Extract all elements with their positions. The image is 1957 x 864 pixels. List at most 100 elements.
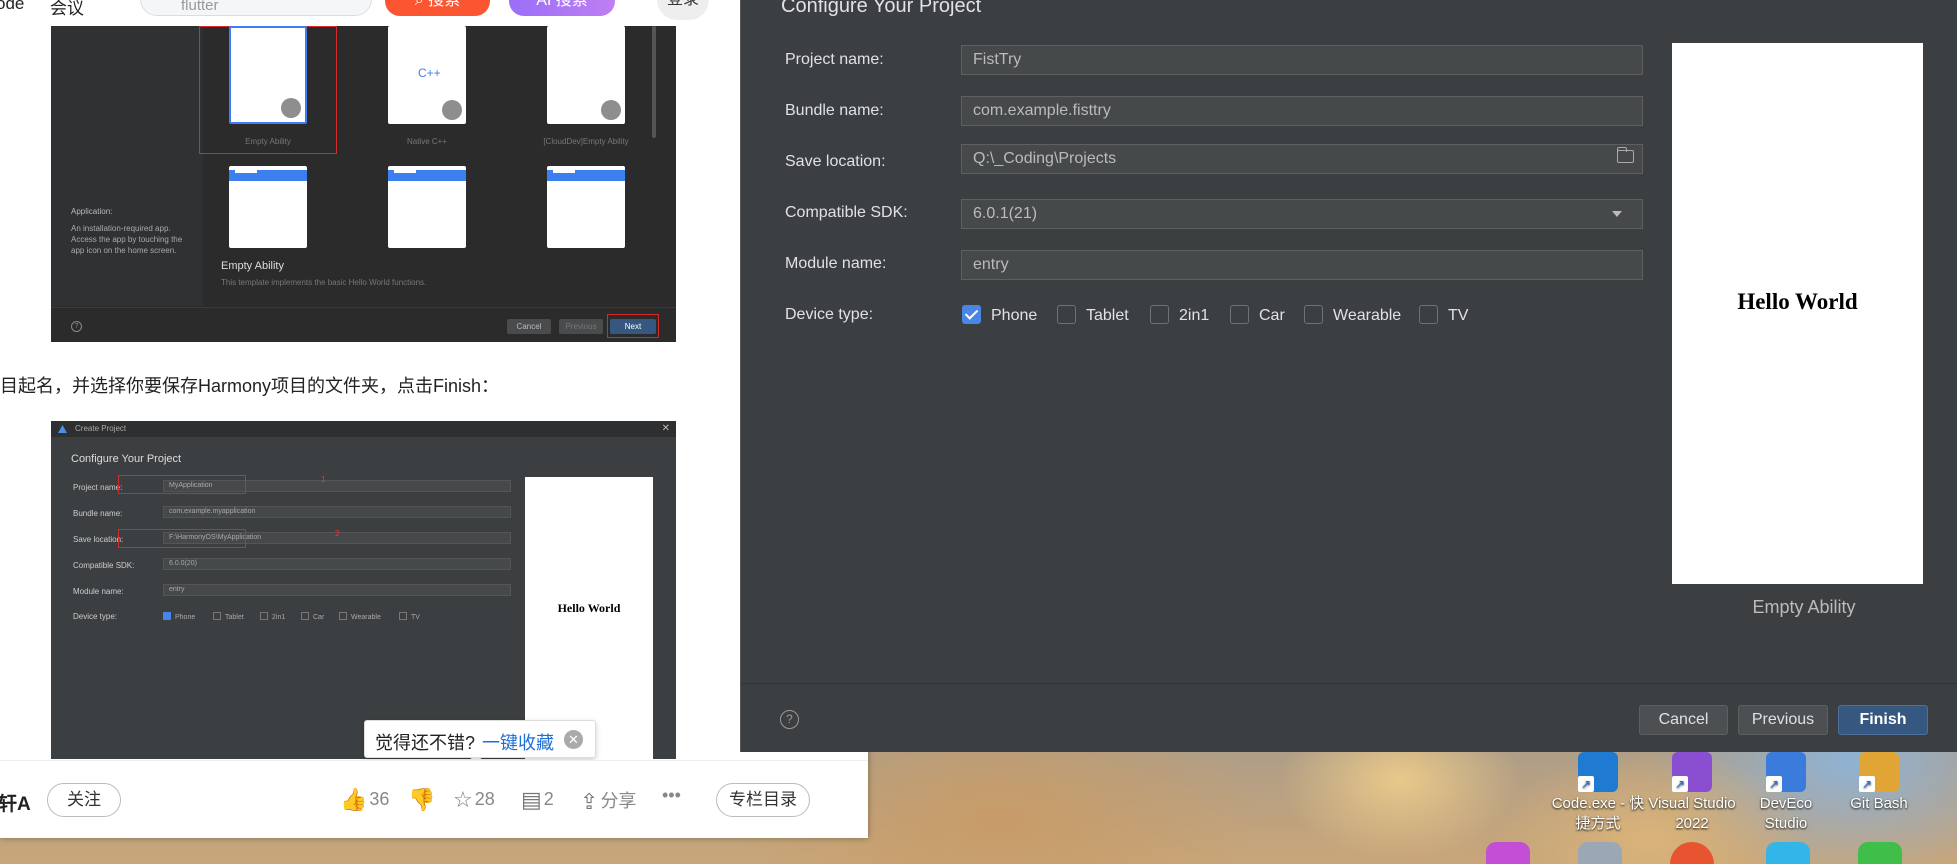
bundle-name-label: Bundle name: xyxy=(785,102,884,119)
field-label: Save location: xyxy=(73,535,124,544)
bundle-name-value: com.example.fisttry xyxy=(973,102,1111,119)
save-location-input[interactable]: Q:\_Coding\Projects xyxy=(961,144,1643,174)
one-click-favorite-link[interactable]: 一键收藏 xyxy=(482,729,554,755)
desktop-app-icon[interactable] xyxy=(1486,842,1530,864)
share-label: 分享 xyxy=(600,791,637,811)
git-bash-icon: ↗ xyxy=(1859,752,1899,792)
window-titlebar: Create Project ✕ xyxy=(51,421,676,437)
selected-template-desc: This template implements the basic Hello… xyxy=(221,278,427,287)
template-card xyxy=(229,166,307,248)
project-name-input[interactable]: FistTry xyxy=(961,45,1643,75)
device-checkbox-2in1[interactable]: 2in1 xyxy=(1150,305,1209,325)
nav-item[interactable]: ode xyxy=(0,0,24,14)
device-checkbox-tv[interactable]: TV xyxy=(1419,305,1468,325)
browser-page: ode 会议 flutter ⌕ 搜索 AI 搜索 登录 Application… xyxy=(0,0,868,838)
screen: ↗ Code.exe - 快捷方式 ↗ Visual Studio 2022 ↗… xyxy=(0,0,1957,864)
share-icon: ⇪ xyxy=(580,789,599,814)
template-card xyxy=(547,166,625,248)
cancel-button[interactable]: Cancel xyxy=(1639,705,1728,735)
search-input[interactable]: flutter xyxy=(140,0,372,16)
template-card-empty-ability xyxy=(229,26,307,124)
article-image-configure-project: Create Project ✕ Configure Your Project … xyxy=(51,421,676,759)
desktop-icon-label: Visual Studio 2022 xyxy=(1648,795,1736,832)
close-icon[interactable]: ✕ xyxy=(564,730,583,749)
field-label: Compatible SDK: xyxy=(73,561,135,570)
checkbox xyxy=(1419,305,1438,324)
highlight-box xyxy=(607,314,659,338)
compatible-sdk-select[interactable]: 6.0.1(21) xyxy=(961,199,1643,229)
module-name-label: Module name: xyxy=(785,255,887,272)
thumbs-down-icon: 👎 xyxy=(408,787,436,812)
finish-button[interactable]: Finish xyxy=(1838,705,1928,735)
more-button[interactable]: ••• xyxy=(662,785,681,806)
cpp-icon: C++ xyxy=(418,66,441,80)
compatible-sdk-label: Compatible SDK: xyxy=(785,204,908,221)
device-checkbox-phone[interactable]: Phone xyxy=(962,305,1037,325)
share-button[interactable]: ⇪ 分享 xyxy=(580,787,636,815)
template-card-native: C++ xyxy=(388,26,466,124)
desktop-app-icon[interactable] xyxy=(1766,842,1810,864)
field-value: entry xyxy=(163,584,511,596)
column-directory-button[interactable]: 专栏目录 xyxy=(716,783,810,817)
mini-checkbox: TV xyxy=(399,612,420,621)
ai-search-button[interactable]: AI 搜索 xyxy=(509,0,615,16)
desktop-app-icon[interactable] xyxy=(1578,842,1622,864)
mini-checkbox: Tablet xyxy=(213,612,244,621)
help-icon: ? xyxy=(71,321,82,332)
previous-button[interactable]: Previous xyxy=(1738,705,1828,735)
desktop-icon-git-bash[interactable]: ↗ Git Bash xyxy=(1831,752,1927,814)
star-icon: ☆ xyxy=(453,787,473,812)
dialog-title: Configure Your Project xyxy=(781,0,982,17)
favorite-button[interactable]: ☆ 28 xyxy=(453,787,495,813)
desktop-icon-deveco[interactable]: ↗ DevEco Studio xyxy=(1738,752,1834,834)
login-button[interactable]: 登录 xyxy=(657,0,709,20)
template-card xyxy=(388,166,466,248)
author-name[interactable]: 轩A xyxy=(0,789,31,816)
step-marker: 2 xyxy=(335,529,340,538)
device-label: Wearable xyxy=(1333,307,1402,324)
app-desc-text: An installation-required app. Access the… xyxy=(71,224,183,255)
dialog-footer: ? Cancel Previous Finish xyxy=(741,683,1957,752)
save-location-label: Save location: xyxy=(785,153,886,170)
bundle-name-input[interactable]: com.example.fisttry xyxy=(961,96,1643,126)
mini-checkbox: Wearable xyxy=(339,612,381,621)
field-label: Module name: xyxy=(73,587,124,596)
device-checkbox-tablet[interactable]: Tablet xyxy=(1057,305,1129,325)
desktop-icon-visual-studio[interactable]: ↗ Visual Studio 2022 xyxy=(1644,752,1740,834)
device-checkbox-car[interactable]: Car xyxy=(1230,305,1285,325)
folder-icon[interactable] xyxy=(1616,147,1634,163)
preview-hello-world: Hello World xyxy=(1737,289,1858,314)
template-label: Native C++ xyxy=(406,137,448,146)
preview-text: Hello World xyxy=(557,601,621,615)
device-label: Tablet xyxy=(1086,307,1129,324)
help-icon[interactable]: ? xyxy=(780,710,799,729)
desktop-app-icon[interactable] xyxy=(1858,842,1902,864)
template-label: Empty Ability xyxy=(245,137,291,146)
template-category-pane: Application: An installation-required ap… xyxy=(51,26,203,306)
article-paragraph: 目起名，并选择你要保存Harmony项目的文件夹，点击Finish： xyxy=(0,376,500,396)
template-card-cloud xyxy=(547,26,625,124)
comment-button[interactable]: ▤ 2 xyxy=(521,787,554,813)
follow-button[interactable]: 关注 xyxy=(47,783,121,817)
thumbs-up-icon: 👍 xyxy=(340,787,368,812)
like-button[interactable]: 👍 36 xyxy=(340,787,389,813)
deveco-studio-icon: ↗ xyxy=(1766,752,1806,792)
dislike-button[interactable]: 👎 xyxy=(408,787,437,813)
search-button[interactable]: ⌕ 搜索 xyxy=(385,0,490,16)
shot-footer: ? Cancel Previous Next xyxy=(51,307,676,342)
mini-preview: Hello World xyxy=(525,477,653,759)
module-name-input[interactable]: entry xyxy=(961,250,1643,280)
toast-question: 觉得还不错? xyxy=(375,733,476,753)
save-location-value: Q:\_Coding\Projects xyxy=(973,150,1117,167)
previous-button: Previous xyxy=(559,319,603,334)
device-checkbox-wearable[interactable]: Wearable xyxy=(1304,305,1401,325)
comment-count: 2 xyxy=(543,789,554,809)
nav-item-meeting[interactable]: 会议 xyxy=(50,0,84,19)
app-heading: Application: xyxy=(71,207,113,216)
field-label: Bundle name: xyxy=(73,509,123,518)
template-label: [CloudDev]Empty Ability xyxy=(543,137,629,146)
device-type-label: Device type: xyxy=(785,306,874,323)
device-label: TV xyxy=(1448,307,1469,324)
desktop-icon-vscode[interactable]: ↗ Code.exe - 快捷方式 xyxy=(1550,752,1646,834)
search-placeholder: flutter xyxy=(181,0,219,14)
